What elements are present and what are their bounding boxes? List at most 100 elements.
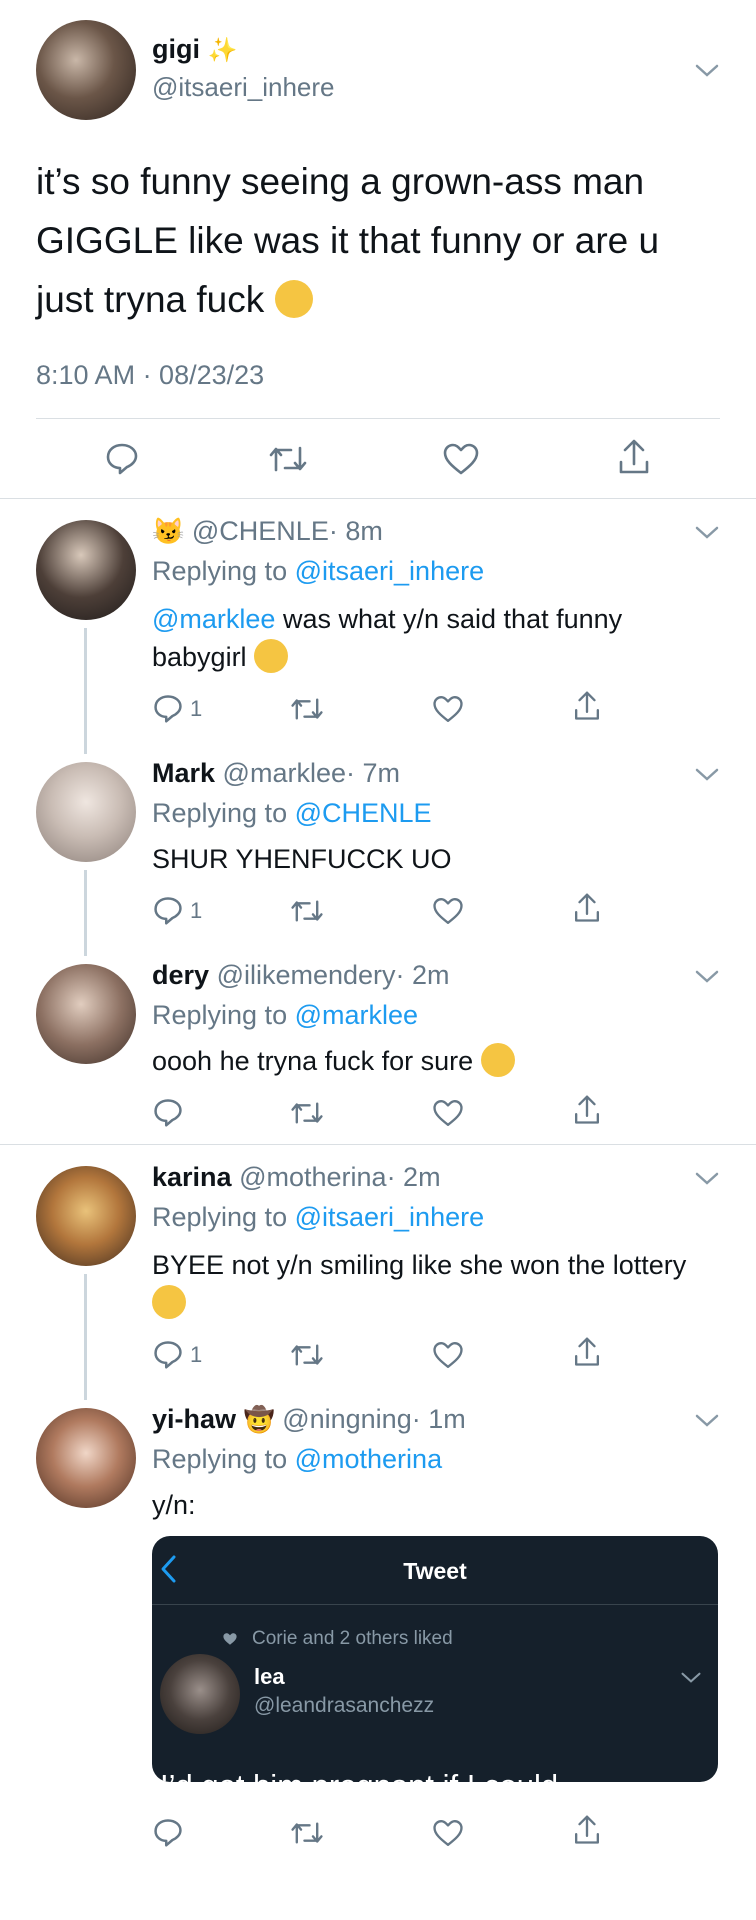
timestamp: 8:10 AM · 08/23/23 bbox=[36, 360, 265, 390]
post-time: · 2m bbox=[386, 1162, 441, 1192]
retweet-icon[interactable] bbox=[290, 694, 324, 724]
like-icon[interactable] bbox=[432, 896, 464, 926]
avatar[interactable] bbox=[36, 1408, 136, 1508]
avatar[interactable] bbox=[36, 520, 136, 620]
replying-to: Replying to @itsaeri_inhere bbox=[152, 556, 485, 586]
cat-emoji: 😼 bbox=[152, 516, 185, 546]
reply-icon[interactable] bbox=[152, 692, 184, 724]
mention-link[interactable]: @marklee bbox=[152, 604, 275, 634]
reply-text: oooh he tryna fuck for sure bbox=[152, 1042, 515, 1080]
author-name[interactable]: Mark bbox=[152, 758, 215, 788]
chevron-down-icon[interactable] bbox=[694, 1170, 720, 1188]
reply-icon[interactable] bbox=[152, 1096, 184, 1128]
author-handle[interactable]: @marklee bbox=[223, 758, 346, 788]
divider bbox=[36, 418, 720, 419]
chevron-down-icon[interactable] bbox=[694, 62, 720, 80]
mention-link[interactable]: @marklee bbox=[295, 1000, 418, 1030]
share-icon[interactable] bbox=[572, 892, 602, 924]
share-icon[interactable] bbox=[572, 1094, 602, 1126]
author-handle[interactable]: @itsaeri_inhere bbox=[152, 72, 334, 103]
reply-icon[interactable] bbox=[152, 1816, 184, 1848]
reply-header: 😼 @CHENLE· 8m bbox=[152, 516, 383, 547]
author-handle[interactable]: @CHENLE bbox=[192, 516, 329, 546]
reply-icon[interactable] bbox=[152, 1338, 184, 1370]
share-icon[interactable] bbox=[616, 438, 652, 476]
reply-text: SHUR YHENFUCCK UO bbox=[152, 844, 452, 874]
post-time: · 8m bbox=[328, 516, 383, 546]
chevron-down-icon[interactable] bbox=[694, 1412, 720, 1430]
raised-eyebrow-emoji bbox=[274, 280, 313, 319]
thread-line bbox=[84, 628, 87, 754]
avatar[interactable] bbox=[160, 1654, 240, 1734]
divider bbox=[0, 1144, 756, 1145]
mention-link[interactable]: @motherina bbox=[295, 1444, 442, 1474]
thread-line bbox=[84, 870, 87, 956]
reply-text: y/n: bbox=[152, 1490, 196, 1520]
share-icon[interactable] bbox=[572, 1814, 602, 1846]
like-icon[interactable] bbox=[432, 1098, 464, 1128]
chevron-down-icon[interactable] bbox=[694, 968, 720, 986]
face-with-hand-emoji bbox=[254, 638, 289, 673]
like-icon[interactable] bbox=[432, 1818, 464, 1848]
avatar[interactable] bbox=[36, 1166, 136, 1266]
divider bbox=[0, 498, 756, 499]
author-handle[interactable]: @leandrasanchezz bbox=[254, 1694, 434, 1718]
author-name[interactable]: lea bbox=[254, 1664, 285, 1690]
tweet-text: it’s so funny seeing a grown-ass man GIG… bbox=[36, 161, 660, 320]
embedded-screenshot[interactable]: Tweet Corie and 2 others liked lea @lean… bbox=[152, 1536, 718, 1782]
post-time: · 2m bbox=[395, 960, 450, 990]
author-handle[interactable]: @ningning bbox=[282, 1404, 412, 1434]
chevron-down-icon[interactable] bbox=[694, 524, 720, 542]
embedded-tweet-text: I’d get him pregnant if I could bbox=[160, 1768, 558, 1782]
like-icon[interactable] bbox=[432, 694, 464, 724]
retweet-icon[interactable] bbox=[290, 1098, 324, 1128]
author-name[interactable]: yi-haw bbox=[152, 1404, 236, 1434]
chevron-down-icon[interactable] bbox=[680, 1670, 706, 1688]
reply-icon[interactable] bbox=[152, 894, 184, 926]
mention-link[interactable]: @CHENLE bbox=[295, 798, 432, 828]
post-time: · 7m bbox=[346, 758, 400, 788]
author-name[interactable]: dery bbox=[152, 960, 209, 990]
retweet-icon[interactable] bbox=[290, 1340, 324, 1370]
reply-text: @marklee was what y/n said that funny ba… bbox=[152, 604, 623, 673]
reply-header: dery @ilikemendery· 2m bbox=[152, 960, 450, 991]
reply-header: karina @motherina· 2m bbox=[152, 1162, 441, 1193]
liked-by-text: Corie and 2 others liked bbox=[252, 1628, 453, 1649]
loudly-crying-emoji bbox=[152, 1284, 186, 1319]
author-name[interactable]: karina bbox=[152, 1162, 232, 1192]
author-handle[interactable]: @motherina bbox=[239, 1162, 386, 1192]
avatar[interactable] bbox=[36, 762, 136, 862]
retweet-icon[interactable] bbox=[290, 1818, 324, 1848]
reply-count: 1 bbox=[190, 1342, 203, 1367]
replying-to: Replying to @marklee bbox=[152, 1000, 419, 1030]
heart-icon bbox=[222, 1632, 238, 1646]
reply-header: Mark @marklee· 7m bbox=[152, 758, 400, 789]
like-icon[interactable] bbox=[442, 442, 480, 476]
header-title: Tweet bbox=[403, 1558, 467, 1584]
replying-to: Replying to @CHENLE bbox=[152, 798, 432, 828]
divider bbox=[152, 1604, 718, 1605]
replying-to: Replying to @itsaeri_inhere bbox=[152, 1202, 485, 1232]
reply-text: BYEE not y/n smiling like she won the lo… bbox=[152, 1246, 692, 1322]
reply-count: 1 bbox=[190, 696, 203, 721]
mention-link[interactable]: @itsaeri_inhere bbox=[295, 556, 485, 586]
author-handle[interactable]: @ilikemendery bbox=[217, 960, 396, 990]
reply-header: yi-haw 🤠 @ningning· 1m bbox=[152, 1404, 466, 1435]
mention-link[interactable]: @itsaeri_inhere bbox=[295, 1202, 485, 1232]
reply-icon[interactable] bbox=[104, 440, 140, 476]
avatar[interactable] bbox=[36, 964, 136, 1064]
retweet-icon[interactable] bbox=[268, 442, 308, 476]
avatar[interactable] bbox=[36, 20, 136, 120]
cowboy-emoji: 🤠 bbox=[243, 1406, 275, 1434]
post-time: · 1m bbox=[411, 1404, 466, 1434]
reply-count: 1 bbox=[190, 898, 203, 923]
sparkles-emoji: ✨ bbox=[207, 37, 238, 64]
retweet-icon[interactable] bbox=[290, 896, 324, 926]
like-icon[interactable] bbox=[432, 1340, 464, 1370]
woozy-face-emoji bbox=[480, 1042, 515, 1077]
author-name[interactable]: gigi ✨ bbox=[152, 34, 237, 65]
share-icon[interactable] bbox=[572, 1336, 602, 1368]
share-icon[interactable] bbox=[572, 690, 602, 722]
thread-line bbox=[84, 1274, 87, 1400]
chevron-down-icon[interactable] bbox=[694, 766, 720, 784]
